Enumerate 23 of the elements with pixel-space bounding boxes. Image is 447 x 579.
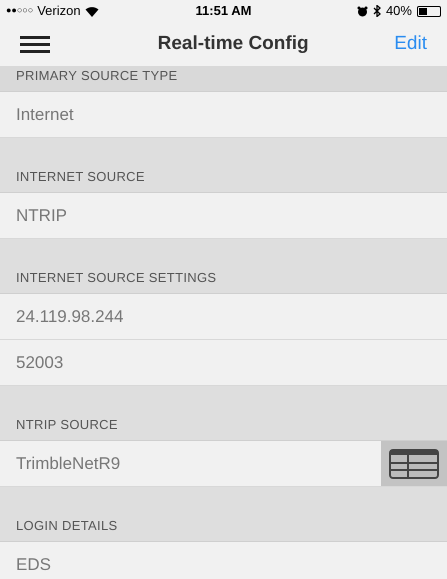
value-cell[interactable]: NTRIP	[0, 193, 447, 238]
alarm-clock-icon	[356, 6, 368, 16]
section-header: INTERNET SOURCE	[16, 168, 145, 186]
section-header: INTERNET SOURCE SETTINGS	[16, 268, 216, 286]
value-cell[interactable]: EDS	[0, 542, 447, 579]
wifi-icon	[84, 6, 99, 16]
signal-strength: ●●○○○	[6, 4, 34, 18]
section-header: PRIMARY SOURCE TYPE	[16, 66, 178, 84]
table-icon	[389, 448, 439, 478]
section-header: LOGIN DETAILS	[16, 516, 118, 534]
battery-percent: 40%	[386, 2, 412, 20]
battery-icon	[416, 6, 441, 16]
value-cell[interactable]: 52003	[0, 340, 447, 385]
section-header: NTRIP SOURCE	[16, 416, 118, 434]
list-picker-button[interactable]	[381, 441, 447, 486]
screen-title: Real-time Config	[158, 32, 309, 56]
edit-button[interactable]: Edit	[394, 30, 427, 58]
menu-icon[interactable]	[20, 36, 50, 52]
clock-time: 11:51 AM	[196, 2, 252, 20]
bluetooth-icon	[372, 5, 381, 17]
value-cell[interactable]: Internet	[0, 92, 447, 137]
value-cell[interactable]: 24.119.98.244	[0, 294, 447, 339]
carrier-name: Verizon	[37, 2, 81, 20]
